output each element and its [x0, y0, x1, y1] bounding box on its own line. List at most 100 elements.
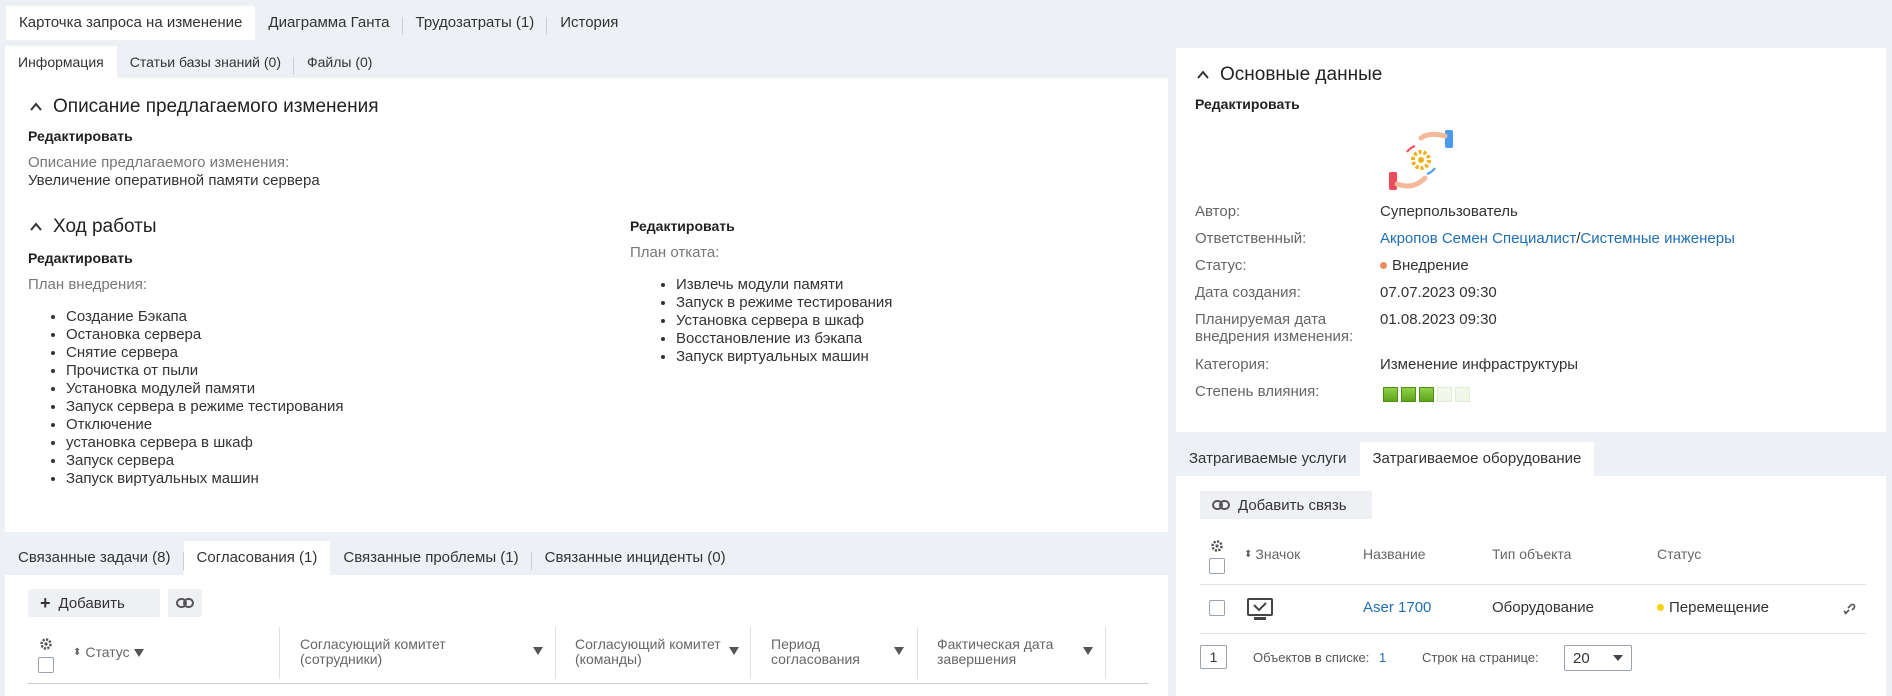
main-data-panel: Основные данные Редактировать Автор: Суп…: [1176, 48, 1886, 432]
tab-kb-articles[interactable]: Статьи базы знаний (0): [117, 46, 295, 78]
tab-information[interactable]: Информация: [5, 46, 117, 78]
column-committee-teams[interactable]: Согласующий комитет (команды): [575, 637, 735, 667]
tab-change-card[interactable]: Карточка запроса на изменение: [6, 6, 256, 40]
top-tabs: Карточка запроса на изменение Диаграмма …: [0, 0, 1892, 40]
description-label: Описание предлагаемого изменения:: [28, 154, 290, 171]
field-category-value: Изменение инфраструктуры: [1380, 356, 1579, 373]
description-title: Описание предлагаемого изменения: [53, 96, 379, 117]
select-all-checkbox[interactable]: [38, 657, 54, 673]
list-item: установка сервера в шкаф: [66, 434, 344, 452]
description-text: Увеличение оперативной памяти сервера: [28, 172, 320, 189]
monitor-icon: [1247, 598, 1273, 620]
tab-history[interactable]: История: [547, 6, 631, 40]
field-author-label: Автор:: [1195, 203, 1241, 220]
rows-per-page-select[interactable]: 20: [1564, 645, 1632, 671]
responsible-group-link[interactable]: Системные инженеры: [1580, 230, 1734, 247]
gear-icon[interactable]: [39, 637, 53, 655]
link-button[interactable]: [168, 589, 202, 617]
list-item: Отключение: [66, 416, 344, 434]
responsible-person-link[interactable]: Акропов Семен Специалист: [1380, 230, 1576, 247]
column-approval-period[interactable]: Период согласования: [771, 637, 881, 667]
tab-labor[interactable]: Трудозатраты (1): [403, 6, 548, 40]
info-panel: Описание предлагаемого изменения Редакти…: [5, 78, 1168, 532]
field-responsible-label: Ответственный:: [1195, 230, 1307, 247]
main-data-header[interactable]: Основные данные: [1196, 64, 1382, 86]
list-item: Создание Бэкапа: [66, 308, 344, 326]
field-author-value: Суперпользователь: [1380, 203, 1518, 220]
field-status-value: Внедрение: [1380, 257, 1469, 274]
rollback-edit-link[interactable]: Редактировать: [630, 218, 735, 234]
filter-icon[interactable]: [533, 647, 543, 655]
tab-gantt[interactable]: Диаграмма Ганта: [255, 6, 403, 40]
list-item: Запуск сервера в режиме тестирования: [66, 398, 344, 416]
filter-icon[interactable]: [729, 647, 739, 655]
column-name[interactable]: Название: [1363, 547, 1426, 562]
add-link-label: Добавить связь: [1238, 496, 1347, 514]
info-tabs: Информация Статьи базы знаний (0) Файлы …: [5, 46, 385, 78]
column-status[interactable]: Статус: [1657, 547, 1701, 562]
select-all-checkbox[interactable]: [1209, 558, 1225, 574]
list-item: Запуск в режиме тестирования: [676, 294, 892, 312]
link-icon: [1212, 500, 1230, 510]
list-item: Прочистка от пыли: [66, 362, 344, 380]
list-item: Запуск виртуальных машин: [676, 348, 892, 366]
sort-icon: ⬍: [73, 647, 82, 658]
list-item: Снятие сервера: [66, 344, 344, 362]
workflow-section-header[interactable]: Ход работы: [29, 216, 157, 238]
tab-related-problems[interactable]: Связанные проблемы (1): [330, 541, 532, 575]
description-section-header[interactable]: Описание предлагаемого изменения: [29, 96, 379, 118]
field-planned-date-value: 01.08.2023 09:30: [1380, 311, 1497, 328]
list-item: Запуск виртуальных машин: [66, 470, 344, 488]
status-dot-icon: [1657, 604, 1664, 611]
plus-icon: +: [40, 592, 51, 613]
field-planned-date-label: Планируемая дата внедрения изменения:: [1195, 311, 1354, 345]
objects-count: Объектов в списке: 1: [1253, 650, 1387, 665]
add-link-button[interactable]: Добавить связь: [1200, 491, 1372, 519]
unlink-icon[interactable]: [1842, 601, 1858, 617]
rollback-list: Извлечь модули памяти Запуск в режиме те…: [631, 276, 892, 366]
field-category-label: Категория:: [1195, 356, 1270, 373]
column-committee-employees[interactable]: Согласующий комитет (сотрудники): [300, 637, 470, 667]
column-icon[interactable]: ⬍ Значок: [1244, 547, 1300, 562]
link-icon: [176, 598, 194, 608]
tab-affected-services[interactable]: Затрагиваемые услуги: [1176, 442, 1360, 476]
filter-icon[interactable]: [1083, 647, 1093, 655]
impact-level-indicator: [1383, 387, 1470, 402]
tab-affected-equipment[interactable]: Затрагиваемое оборудование: [1359, 442, 1595, 476]
list-item: Извлечь модули памяти: [676, 276, 892, 294]
gear-icon[interactable]: [1210, 539, 1224, 557]
filter-icon[interactable]: [133, 648, 144, 657]
tab-files[interactable]: Файлы (0): [294, 46, 385, 78]
row-checkbox[interactable]: [1209, 600, 1225, 616]
sort-icon: ⬍: [1244, 549, 1253, 560]
filter-icon[interactable]: [894, 647, 904, 655]
add-approval-button[interactable]: + Добавить: [28, 589, 160, 617]
impact-square-filled: [1383, 387, 1398, 402]
column-object-type[interactable]: Тип объекта: [1492, 547, 1571, 562]
tab-related-tasks[interactable]: Связанные задачи (8): [5, 541, 184, 575]
list-item: Восстановление из бэкапа: [676, 330, 892, 348]
tab-related-incidents[interactable]: Связанные инциденты (0): [532, 541, 739, 575]
main-data-edit-link[interactable]: Редактировать: [1195, 96, 1300, 112]
description-edit-link[interactable]: Редактировать: [28, 128, 133, 144]
impact-square-empty: [1455, 387, 1470, 402]
list-item: Остановка сервера: [66, 326, 344, 344]
chevron-up-icon: [30, 222, 42, 231]
status-dot-icon: [1380, 262, 1387, 269]
list-item: Установка модулей памяти: [66, 380, 344, 398]
equipment-name-link[interactable]: Aser 1700: [1363, 599, 1431, 616]
field-created-value: 07.07.2023 09:30: [1380, 284, 1497, 301]
field-created-label: Дата создания:: [1195, 284, 1301, 301]
page-number-input[interactable]: 1: [1200, 645, 1227, 669]
equipment-status: Перемещение: [1657, 599, 1769, 616]
field-impact-label: Степень влияния:: [1195, 383, 1320, 400]
field-status-label: Статус:: [1195, 257, 1247, 274]
tab-approvals[interactable]: Согласования (1): [183, 541, 331, 575]
list-item: Запуск сервера: [66, 452, 344, 470]
table-row[interactable]: Aser 1700 Оборудование Перемещение: [1200, 585, 1866, 633]
equipment-type: Оборудование: [1492, 599, 1595, 616]
plan-label: План внедрения:: [28, 276, 147, 293]
workflow-edit-link[interactable]: Редактировать: [28, 250, 133, 266]
column-status[interactable]: ⬍ Статус: [73, 645, 144, 660]
column-actual-completion[interactable]: Фактическая дата завершения: [937, 637, 1077, 667]
